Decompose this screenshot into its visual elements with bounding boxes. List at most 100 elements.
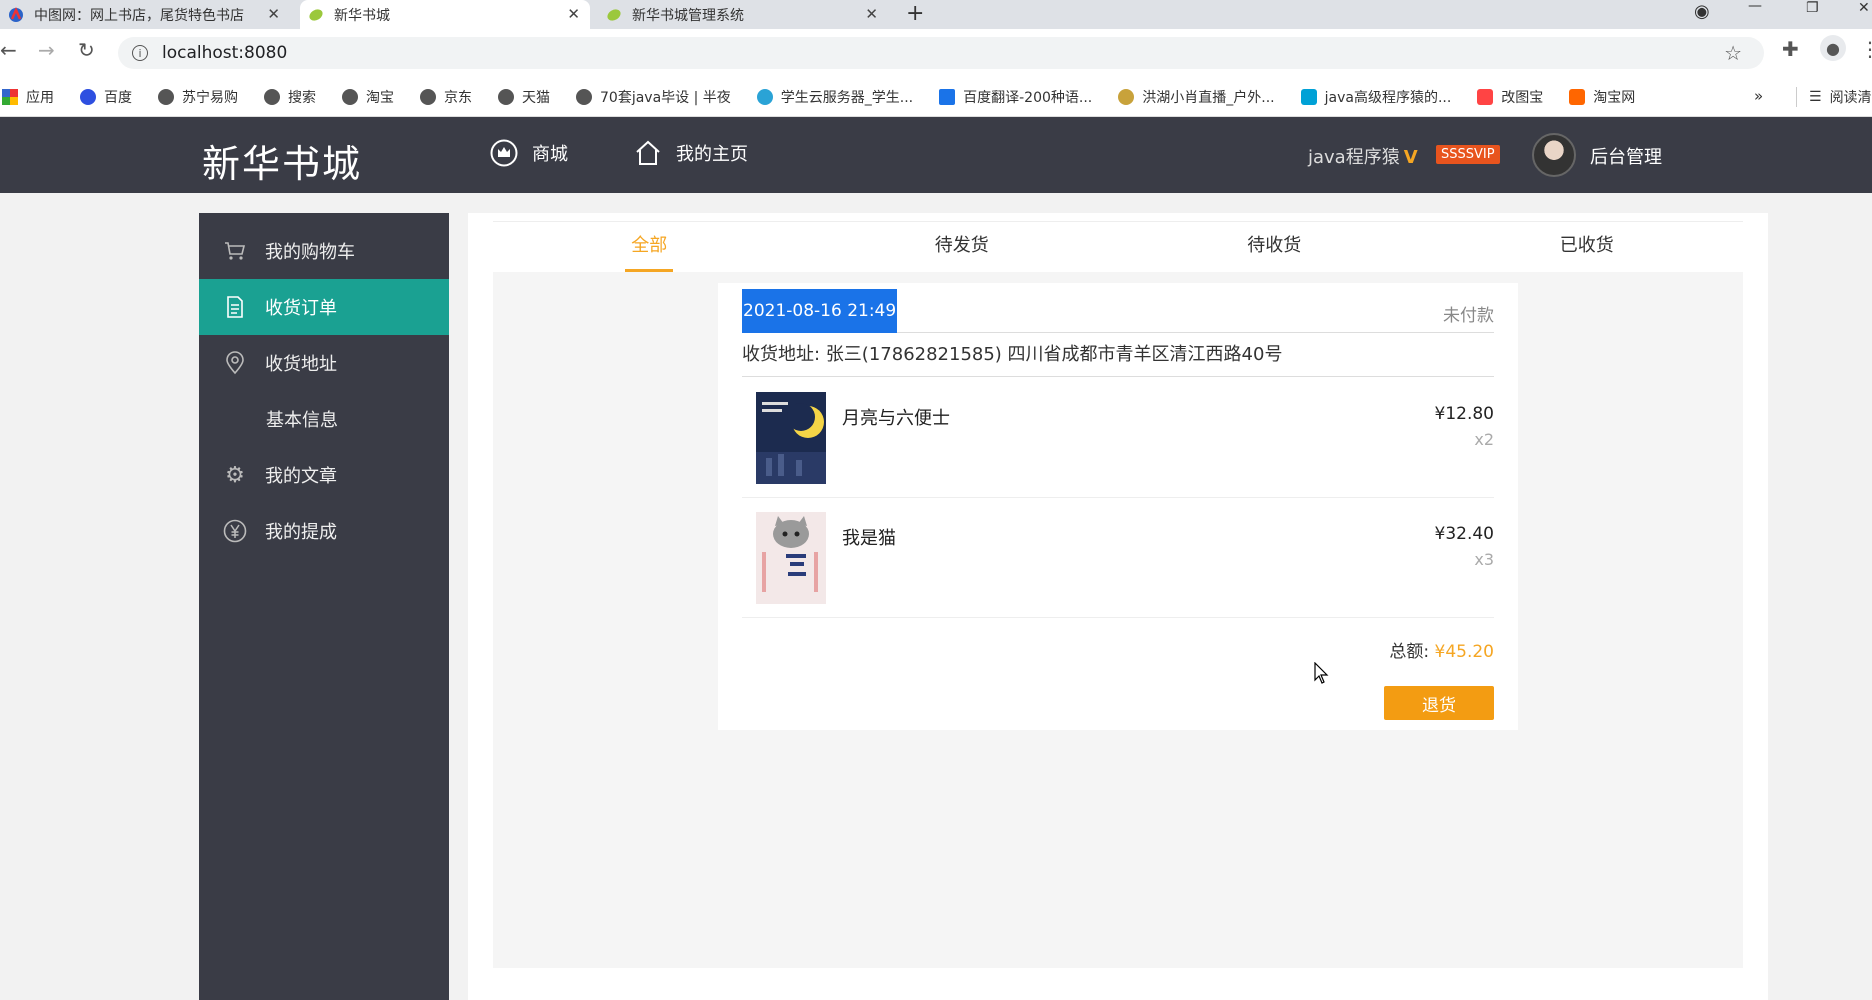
gear-icon: ⚙ bbox=[225, 462, 245, 488]
cart-icon bbox=[223, 239, 247, 263]
item-price: ¥32.40 bbox=[1434, 524, 1494, 544]
gaitubao-icon bbox=[1477, 88, 1494, 105]
total-amount: ¥45.20 bbox=[1434, 642, 1494, 662]
bookmark-label: 淘宝网 bbox=[1593, 89, 1636, 106]
restore-icon[interactable]: ❐ bbox=[1806, 0, 1819, 16]
refund-button[interactable]: 退货 bbox=[1384, 686, 1494, 720]
bookmark-apps[interactable]: 应用 bbox=[2, 87, 54, 107]
admin-link[interactable]: 后台管理 bbox=[1590, 143, 1662, 169]
bookmark-item[interactable]: 洪湖小肖直播_户外... bbox=[1118, 87, 1275, 107]
tab-all[interactable]: 全部 bbox=[493, 222, 806, 272]
reload-icon[interactable]: ↻ bbox=[78, 38, 95, 62]
leaf-favicon-icon bbox=[309, 8, 323, 21]
address-value: 张三(17862821585) 四川省成都市青羊区清江西路40号 bbox=[825, 344, 1283, 365]
baidu-paw-icon bbox=[80, 88, 96, 105]
v-badge: V bbox=[1403, 147, 1418, 168]
new-tab-button[interactable]: + bbox=[906, 1, 924, 26]
bookmark-item[interactable]: 天猫 bbox=[498, 87, 550, 107]
sidebar-item-commission[interactable]: 我的提成 bbox=[199, 503, 449, 559]
reading-list-label: 阅读清单 bbox=[1829, 90, 1872, 106]
info-icon[interactable]: i bbox=[132, 45, 148, 61]
close-window-icon[interactable]: ✕ bbox=[1858, 0, 1870, 16]
sidebar-item-label: 收货地址 bbox=[265, 354, 337, 375]
sidebar: 我的购物车 收货订单 收货地址 基本信息 ⚙ 我的文章 我的提成 bbox=[199, 213, 449, 1000]
book-cover-cat bbox=[756, 512, 826, 604]
bookmark-label: 苏宁易购 bbox=[182, 89, 238, 106]
menu-icon[interactable]: ⋮ bbox=[1860, 37, 1872, 61]
nav-home-link[interactable]: 我的主页 bbox=[634, 139, 748, 167]
bookmark-item[interactable]: 改图宝 bbox=[1477, 87, 1543, 107]
bookmark-item[interactable]: 苏宁易购 bbox=[158, 87, 238, 107]
bookmark-label: 70套java毕设 | 半夜 bbox=[600, 89, 731, 106]
bilibili-icon bbox=[1300, 88, 1317, 105]
vip-badge: SSSSVIP bbox=[1436, 145, 1500, 164]
browser-tab[interactable]: 中图网：网上书店，尾货特色书店 ✕ bbox=[0, 0, 290, 29]
item-name[interactable]: 我是猫 bbox=[842, 524, 896, 550]
crown-icon bbox=[490, 139, 518, 167]
globe-icon bbox=[158, 88, 174, 105]
bookmark-item[interactable]: 百度 bbox=[80, 87, 132, 107]
bookmark-star-icon[interactable]: ☆ bbox=[1724, 41, 1742, 65]
close-tab-icon[interactable]: ✕ bbox=[567, 5, 580, 23]
globe-icon bbox=[264, 88, 280, 105]
sidebar-item-label: 我的文章 bbox=[265, 466, 337, 487]
tab-pending-receipt[interactable]: 待收货 bbox=[1118, 222, 1431, 272]
profile-icon[interactable]: ● bbox=[1820, 35, 1846, 61]
browser-tab-bar: 中图网：网上书店，尾货特色书店 ✕ 新华书城 ✕ 新华书城管理系统 ✕ + ◉ … bbox=[0, 0, 1872, 29]
apps-grid-icon bbox=[2, 88, 18, 105]
browser-tab[interactable]: 新华书城 ✕ bbox=[300, 0, 590, 29]
order-item[interactable]: 月亮与六便士 ¥12.80 x2 bbox=[742, 378, 1494, 498]
bookmarks-bar: 应用 百度 苏宁易购 搜索 淘宝 京东 天猫 70套java毕设 | 半夜 学生… bbox=[0, 77, 1872, 117]
globe-icon bbox=[420, 88, 436, 105]
site-logo[interactable]: 新华书城 bbox=[202, 133, 362, 188]
sidebar-item-orders[interactable]: 收货订单 bbox=[199, 279, 449, 335]
reading-list[interactable]: ☰ 阅读清单 bbox=[1796, 87, 1872, 107]
sidebar-item-articles[interactable]: ⚙ 我的文章 bbox=[199, 447, 449, 503]
order-address: 收货地址: 张三(17862821585) 四川省成都市青羊区清江西路40号 bbox=[742, 333, 1494, 377]
location-pin-icon bbox=[223, 351, 247, 375]
browser-tab[interactable]: 新华书城管理系统 ✕ bbox=[598, 0, 888, 29]
item-price: ¥12.80 bbox=[1434, 404, 1494, 424]
forward-icon[interactable]: → bbox=[38, 38, 55, 62]
bookmark-label: 改图宝 bbox=[1501, 89, 1544, 106]
sidebar-item-label: 收货订单 bbox=[265, 298, 337, 319]
nav-shop-link[interactable]: 商城 bbox=[490, 139, 568, 167]
minimize-icon[interactable]: — bbox=[1748, 0, 1762, 14]
tab-search-icon[interactable]: ◉ bbox=[1694, 1, 1710, 22]
order-total: 总额: ¥45.20 bbox=[1389, 637, 1494, 662]
item-quantity: x3 bbox=[1474, 550, 1494, 569]
bird-icon bbox=[1118, 88, 1135, 105]
bookmark-label: 百度 bbox=[104, 89, 132, 106]
order-tabs: 全部 待发货 待收货 已收货 bbox=[493, 221, 1743, 272]
back-icon[interactable]: ← bbox=[0, 38, 17, 62]
bookmark-item[interactable]: 京东 bbox=[420, 87, 472, 107]
order-item[interactable]: 我是猫 ¥32.40 x3 bbox=[742, 498, 1494, 618]
bookmark-item[interactable]: 淘宝 bbox=[342, 87, 394, 107]
tab-pending-shipment[interactable]: 待发货 bbox=[806, 222, 1119, 272]
username-text: java程序猿 bbox=[1308, 147, 1400, 168]
sidebar-item-cart[interactable]: 我的购物车 bbox=[199, 223, 449, 279]
avatar[interactable] bbox=[1532, 133, 1576, 177]
bookmarks-overflow-icon[interactable]: » bbox=[1754, 87, 1763, 105]
item-name[interactable]: 月亮与六便士 bbox=[842, 404, 950, 430]
tab-received[interactable]: 已收货 bbox=[1431, 222, 1744, 272]
bookmark-item[interactable]: 学生云服务器_学生... bbox=[756, 87, 913, 107]
sidebar-item-address[interactable]: 收货地址 bbox=[199, 335, 449, 391]
close-tab-icon[interactable]: ✕ bbox=[267, 5, 280, 23]
close-tab-icon[interactable]: ✕ bbox=[865, 5, 878, 23]
orders-list: 2021-08-16 21:49 未付款 收货地址: 张三(1786282158… bbox=[493, 272, 1743, 968]
item-quantity: x2 bbox=[1474, 430, 1494, 449]
bookmark-item[interactable]: java高级程序猿的... bbox=[1300, 87, 1451, 107]
sidebar-item-basic-info[interactable]: 基本信息 bbox=[199, 391, 449, 447]
extensions-icon[interactable]: ✚ bbox=[1782, 37, 1799, 61]
total-label: 总额: bbox=[1389, 642, 1430, 662]
bookmark-item[interactable]: 百度翻译-200种语... bbox=[939, 87, 1092, 107]
username[interactable]: java程序猿 V bbox=[1308, 143, 1418, 169]
bookmark-item[interactable]: 搜索 bbox=[264, 87, 316, 107]
bookmark-item[interactable]: 淘宝网 bbox=[1569, 87, 1635, 107]
bookmark-item[interactable]: 70套java毕设 | 半夜 bbox=[576, 87, 731, 107]
globe-icon bbox=[342, 88, 358, 105]
site-favicon-icon bbox=[9, 6, 23, 22]
url-field[interactable]: i localhost:8080 ☆ bbox=[118, 37, 1764, 69]
order-date: 2021-08-16 21:49 bbox=[742, 289, 898, 333]
